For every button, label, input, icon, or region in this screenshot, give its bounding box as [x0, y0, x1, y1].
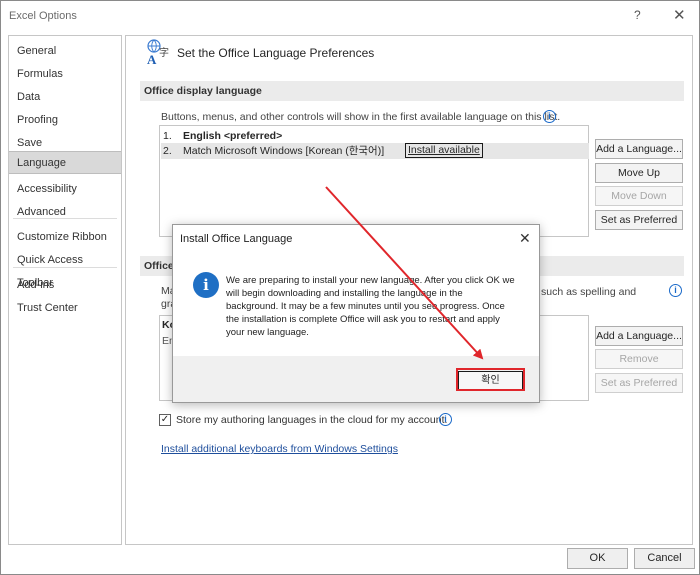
nav-item-quick-access-toolbar[interactable]: Quick Access Toolbar	[9, 249, 121, 289]
list-item[interactable]: 2. Match Microsoft Windows [Korean (한국어)…	[161, 143, 589, 159]
language-icon: A 字	[147, 39, 169, 66]
nav-item-language[interactable]: Language	[9, 151, 121, 174]
ok-button[interactable]: OK	[567, 548, 628, 569]
nav-divider	[13, 267, 117, 268]
add-language-button[interactable]: Add a Language...	[595, 139, 683, 159]
store-languages-label: Store my authoring languages in the clou…	[176, 414, 448, 426]
dialog-close-button[interactable]: ✕	[519, 230, 531, 247]
remove-button[interactable]: Remove	[595, 349, 683, 369]
annotation-highlight-box	[456, 368, 525, 391]
svg-text:A: A	[147, 52, 157, 66]
nav-item-proofing[interactable]: Proofing	[9, 109, 121, 132]
info-icon: i	[193, 272, 219, 298]
close-button[interactable]: ✕	[673, 6, 686, 24]
set-authoring-preferred-button[interactable]: Set as Preferred	[595, 373, 683, 393]
display-language-header: Office display language	[140, 81, 684, 101]
store-languages-checkbox[interactable]: ✓	[159, 414, 171, 426]
info-icon[interactable]: i	[439, 413, 452, 426]
display-language-list[interactable]: 1. English <preferred> 2. Match Microsof…	[159, 125, 589, 237]
nav-divider	[13, 218, 117, 219]
options-nav: General Formulas Data Proofing Save Lang…	[8, 35, 122, 545]
list-item-label: English <preferred>	[183, 130, 283, 142]
list-item-number: 1.	[163, 130, 172, 142]
title-bar: Excel Options ? ✕	[1, 1, 699, 31]
info-icon[interactable]: i	[669, 284, 682, 297]
nav-item-add-ins[interactable]: Add-ins	[9, 274, 121, 297]
dialog-title: Install Office Language	[180, 233, 293, 245]
info-icon[interactable]: i	[543, 110, 556, 123]
authoring-description-tail: such as spelling and	[541, 286, 637, 298]
dialog-message: We are preparing to install your new lan…	[226, 275, 515, 338]
list-item[interactable]: 1. English <preferred>	[161, 128, 589, 144]
nav-item-general[interactable]: General	[9, 40, 121, 63]
nav-item-accessibility[interactable]: Accessibility	[9, 178, 121, 201]
authoring-header-text: Office	[144, 260, 174, 272]
install-keyboards-link[interactable]: Install additional keyboards from Window…	[161, 443, 398, 455]
window-title: Excel Options	[9, 10, 77, 22]
nav-item-formulas[interactable]: Formulas	[9, 63, 121, 86]
move-down-button[interactable]: Move Down	[595, 186, 683, 206]
install-available-link[interactable]: Install available	[405, 143, 483, 158]
list-item-number: 2.	[163, 145, 172, 157]
nav-item-advanced[interactable]: Advanced	[9, 201, 121, 224]
list-item-label: Match Microsoft Windows [Korean (한국어)]	[183, 145, 385, 157]
nav-item-customize-ribbon[interactable]: Customize Ribbon	[9, 226, 121, 249]
set-as-preferred-button[interactable]: Set as Preferred	[595, 210, 683, 230]
cancel-button[interactable]: Cancel	[634, 548, 695, 569]
nav-item-trust-center[interactable]: Trust Center	[9, 297, 121, 320]
help-button[interactable]: ?	[634, 8, 641, 22]
add-authoring-language-button[interactable]: Add a Language...	[595, 326, 683, 346]
move-up-button[interactable]: Move Up	[595, 163, 683, 183]
nav-item-data[interactable]: Data	[9, 86, 121, 109]
page-title: Set the Office Language Preferences	[177, 46, 375, 60]
display-language-description: Buttons, menus, and other controls will …	[161, 111, 561, 123]
svg-text:字: 字	[159, 46, 169, 59]
